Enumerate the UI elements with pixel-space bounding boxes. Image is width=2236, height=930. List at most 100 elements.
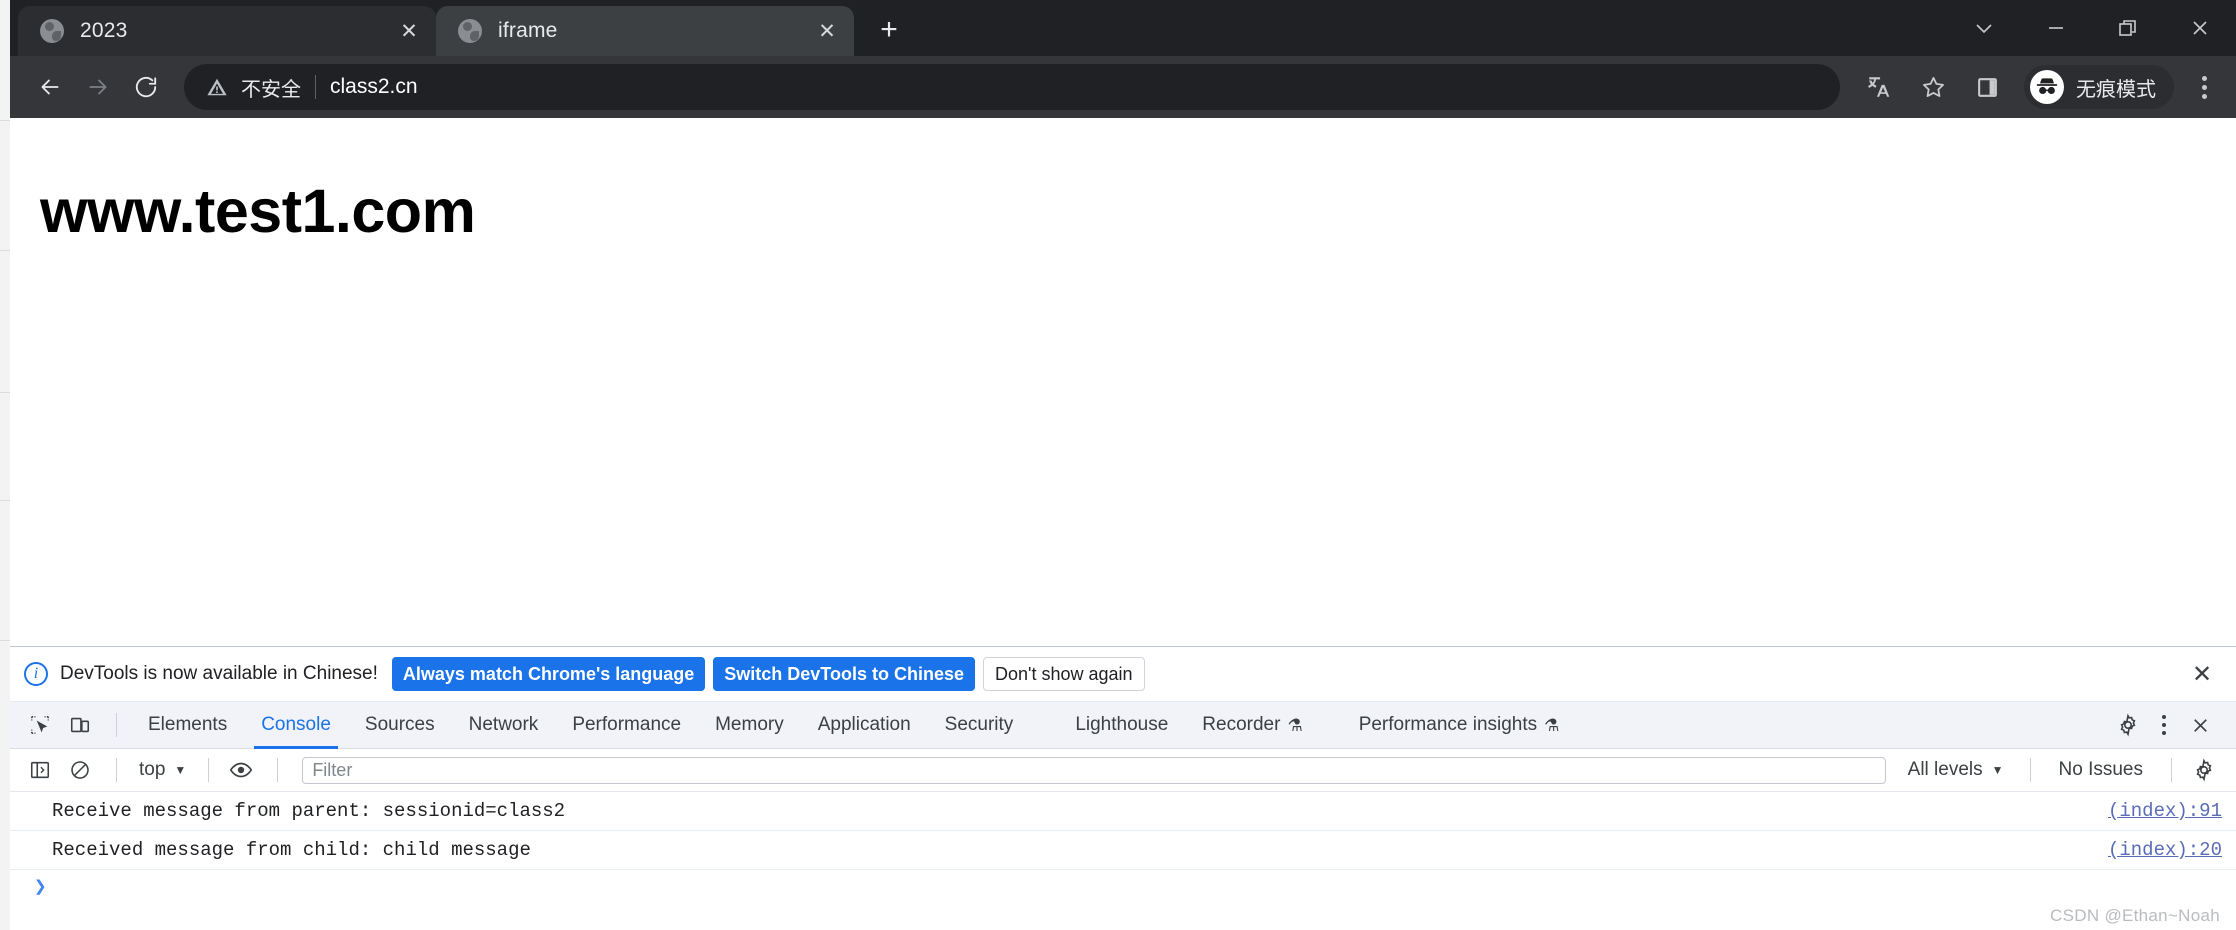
incognito-icon (2030, 70, 2064, 104)
chevron-down-icon: ▼ (1991, 763, 2004, 777)
issues-status[interactable]: No Issues (2045, 759, 2157, 781)
background-window-sliver (0, 0, 10, 930)
console-toolbar: top ▼ Filter All levels ▼ No Issues (10, 749, 2236, 792)
devtools-tab-bar: Elements Console Sources Network Perform… (10, 702, 2236, 749)
device-toolbar-icon[interactable] (62, 707, 98, 743)
console-sidebar-icon[interactable] (22, 752, 58, 788)
console-input-prompt[interactable]: ❯ (10, 870, 2236, 904)
chevron-down-icon[interactable] (1948, 0, 2020, 56)
tab-label: Console (261, 714, 331, 735)
devtools-panel: i DevTools is now available in Chinese! … (10, 646, 2236, 930)
divider (277, 758, 279, 782)
tab-label: Lighthouse (1075, 714, 1169, 735)
star-icon[interactable] (1910, 64, 1956, 110)
tab-performance-insights[interactable]: Performance insights ⚗ (1342, 702, 1577, 749)
tab-label: Sources (364, 714, 435, 735)
three-dot-menu-icon[interactable] (2152, 707, 2176, 743)
always-match-language-button[interactable]: Always match Chrome's language (391, 657, 706, 691)
tab-label: Recorder (1202, 714, 1281, 735)
tab-recorder[interactable]: Recorder ⚗ (1185, 702, 1319, 749)
devtools-tabbar-actions (2104, 707, 2236, 743)
tab-title: iframe (498, 19, 558, 42)
dont-show-again-button[interactable]: Don't show again (982, 657, 1145, 691)
tab-label: Memory (715, 714, 784, 735)
console-source-link[interactable]: (index):20 (2108, 839, 2222, 861)
clear-console-icon[interactable] (62, 752, 98, 788)
devtools-language-notification: i DevTools is now available in Chinese! … (10, 647, 2236, 702)
browser-tab-2023[interactable]: 2023 ✕ (18, 6, 436, 56)
flask-icon: ⚗ (1287, 715, 1303, 735)
console-messages: Receive message from parent: sessionid=c… (10, 792, 2236, 930)
globe-icon (458, 19, 482, 43)
gear-icon[interactable] (2110, 707, 2146, 743)
execution-context-selector[interactable]: top ▼ (131, 759, 194, 781)
restore-icon[interactable] (2092, 0, 2164, 56)
close-icon[interactable] (2164, 0, 2236, 56)
close-icon[interactable]: ✕ (2186, 658, 2218, 690)
level-label: All levels (1907, 759, 1983, 780)
not-secure-warning-icon (206, 76, 228, 98)
divider (116, 758, 117, 782)
watermark: CSDN @Ethan~Noah (2050, 906, 2220, 925)
close-icon[interactable]: ✕ (812, 16, 842, 46)
minimize-icon[interactable] (2020, 0, 2092, 56)
close-icon[interactable]: ✕ (394, 16, 424, 46)
side-panel-icon[interactable] (1964, 64, 2010, 110)
console-message-text: Received message from child: child messa… (52, 839, 531, 861)
tab-security[interactable]: Security (928, 702, 1031, 749)
tab-label: Network (468, 714, 539, 735)
divider (2171, 758, 2172, 782)
gear-icon[interactable] (2186, 752, 2222, 788)
three-dot-menu-icon[interactable] (2184, 64, 2224, 110)
toolbar-actions: 无痕模式 (1852, 64, 2224, 110)
tab-performance[interactable]: Performance (555, 702, 698, 749)
forward-arrow-icon[interactable] (74, 63, 122, 111)
address-bar[interactable]: 不安全 class2.cn (184, 64, 1840, 110)
tab-label: Elements (148, 714, 228, 735)
browser-toolbar: 不安全 class2.cn 无痕模式 (10, 56, 2236, 118)
tab-memory[interactable]: Memory (698, 702, 801, 749)
chrome-browser-window: 2023 ✕ iframe ✕ + 不安全 class2.cn 无痕模式 www… (10, 0, 2236, 930)
tab-label: Security (944, 714, 1014, 735)
tab-label: Performance (572, 714, 682, 735)
page-viewport: www.test1.com (10, 118, 2236, 646)
tab-lighthouse[interactable]: Lighthouse (1058, 702, 1185, 749)
live-expression-icon[interactable] (223, 752, 259, 788)
info-icon: i (24, 662, 48, 686)
console-source-link[interactable]: (index):91 (2108, 800, 2222, 822)
reload-icon[interactable] (122, 63, 170, 111)
tab-application[interactable]: Application (801, 702, 928, 749)
log-level-selector[interactable]: All levels ▼ (1896, 759, 2016, 781)
notification-message: DevTools is now available in Chinese! (60, 663, 378, 684)
filter-input[interactable]: Filter (302, 756, 1886, 784)
tab-label: Performance insights (1358, 714, 1538, 735)
switch-devtools-language-button[interactable]: Switch DevTools to Chinese (713, 657, 975, 691)
chevron-down-icon: ▼ (174, 763, 187, 777)
tab-network[interactable]: Network (452, 702, 556, 749)
url-text: class2.cn (330, 75, 418, 98)
prompt-caret-icon: ❯ (34, 877, 47, 900)
not-secure-label: 不安全 (241, 78, 301, 101)
new-tab-button[interactable]: + (866, 7, 912, 53)
tab-console[interactable]: Console (244, 702, 348, 749)
context-label: top (139, 759, 166, 780)
back-arrow-icon[interactable] (26, 63, 74, 111)
page-heading: www.test1.com (40, 177, 476, 245)
console-message-text: Receive message from parent: sessionid=c… (52, 800, 566, 822)
translate-icon[interactable] (1856, 64, 1902, 110)
omnibox-divider (315, 75, 316, 99)
console-message-row[interactable]: Receive message from parent: sessionid=c… (10, 792, 2236, 831)
tab-title: 2023 (80, 19, 128, 42)
tab-label: Application (817, 714, 911, 735)
tab-strip: 2023 ✕ iframe ✕ + (10, 0, 2236, 56)
incognito-label: 无痕模式 (2076, 78, 2156, 101)
globe-icon (40, 19, 64, 43)
console-message-row[interactable]: Received message from child: child messa… (10, 831, 2236, 870)
incognito-mode-chip[interactable]: 无痕模式 (2024, 65, 2174, 109)
close-icon[interactable] (2182, 707, 2218, 743)
tab-elements[interactable]: Elements (131, 702, 244, 749)
window-controls (1948, 0, 2236, 56)
tab-sources[interactable]: Sources (348, 702, 452, 749)
browser-tab-iframe[interactable]: iframe ✕ (436, 6, 854, 56)
inspect-element-icon[interactable] (22, 707, 58, 743)
